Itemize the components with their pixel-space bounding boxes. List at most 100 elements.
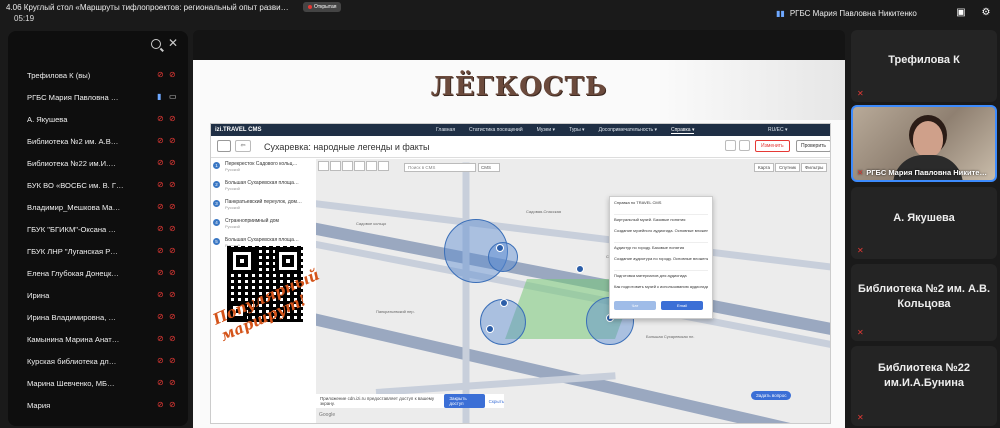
route-num: 5 [213, 238, 220, 245]
cms-menu-item: Музеи ▾ [536, 127, 556, 133]
cms-menu-item: Справка ▾ [670, 127, 695, 134]
route-item: 2 Большая Сухаревская площа… Русский [211, 178, 315, 197]
top-bar: 4.06 Круглый стол «Маршруты тифлопроекто… [0, 0, 1000, 30]
cms-logo: izi.TRAVEL CMS [215, 127, 262, 133]
cms-page-title: Сухаревка: народные легенды и факты [264, 142, 430, 152]
tile-name: Библиотека №2 им. А.В. Кольцова [857, 283, 991, 310]
camera-off-icon: ⊘ [169, 400, 176, 409]
map-pin [500, 299, 508, 307]
mic-off-icon: ✕ [857, 413, 864, 422]
route-lang: Русский [225, 167, 240, 172]
participant-name: Курская библиотека дл… [27, 356, 117, 366]
settings-gear-icon[interactable]: ⚙ [980, 7, 992, 19]
participant-row[interactable]: ГБУК "БГИКМ"-Оксана … ⊘ ⊘ [8, 218, 188, 240]
tile-name: РГБС Мария Павловна Никите… [866, 168, 987, 177]
close-icon[interactable]: ✕ [168, 36, 178, 50]
participant-row[interactable]: Марина Шевченко, МБ… ⊘ ⊘ [8, 372, 188, 394]
route-name: Странноприимный дом [225, 218, 279, 224]
participant-row[interactable]: Библиотека №22 им.И.… ⊘ ⊘ [8, 152, 188, 174]
participant-name: А. Якушева [27, 114, 68, 124]
dropdown-item: Аудиотур по городу. Базовые понятия [614, 245, 685, 250]
cms-nav: izi.TRAVEL CMS Главная Статистика посещен… [211, 124, 830, 136]
layout-icon[interactable]: ▣ [955, 7, 967, 19]
mic-off-icon: ⊘ [157, 158, 164, 167]
map-search: Поиск в CMS [404, 163, 476, 172]
meeting-title: 4.06 Круглый стол «Маршруты тифлопроекто… [6, 3, 289, 12]
camera-off-icon: ⊘ [169, 70, 176, 79]
route-name: Панкратьевский переулок, дом… [225, 199, 302, 205]
mic-off-icon: ⊘ [157, 224, 164, 233]
host-indicator: ▮▮ РГБС Мария Павловна Никитенко [776, 9, 917, 18]
mic-off-icon: ⊘ [157, 290, 164, 299]
participant-row[interactable]: Камынина Марина Анат… ⊘ ⊘ [8, 328, 188, 350]
route-num: 3 [213, 200, 220, 207]
map-label: Садовая-Спасская [526, 209, 562, 214]
participant-name: БУК ВО «ВОСБС им. В. Г… [27, 180, 124, 190]
tile-yakusheva[interactable]: А. Якушева ✕ [851, 187, 997, 259]
route-num: 4 [213, 219, 220, 226]
participant-row[interactable]: Ирина Владимировна, … ⊘ ⊘ [8, 306, 188, 328]
back-icon: ⇦ [235, 140, 251, 152]
share-notice-text: Приложение cdn.izi.ru предоставляет дост… [320, 396, 435, 406]
desktop-icon [739, 140, 750, 151]
share-notice: Приложение cdn.izi.ru предоставляет дост… [314, 394, 504, 408]
cms-menu-item: Статистика посещений [469, 127, 523, 133]
mic-off-icon: ⊘ [157, 136, 164, 145]
search-icon[interactable] [151, 39, 161, 49]
stop-share-button: Закрыть доступ [444, 394, 485, 408]
mic-off-icon: ✕ [857, 89, 864, 98]
speaking-mic-icon: ▮▮ [776, 9, 785, 18]
mic-off-icon: ⊘ [157, 268, 164, 277]
email-button: Email [661, 301, 703, 310]
tile-trefilova[interactable]: Трефилова К ✕ [851, 30, 997, 102]
participant-row[interactable]: Мария ⊘ ⊘ [8, 394, 188, 416]
record-dot-icon [308, 4, 312, 9]
tour-thumb-icon [217, 140, 231, 152]
meeting-timer: 05:19 [14, 14, 35, 23]
camera-off-icon: ⊘ [169, 136, 176, 145]
participant-row[interactable]: РГБС Мария Павловна … ▮ ▭ [8, 86, 188, 108]
cms-menu-item: Досопримечательность ▾ [598, 127, 657, 133]
map-pin [496, 244, 504, 252]
ask-question-button: Задать вопрос [751, 391, 792, 400]
route-list: 1 Перекресток Садового кольц… Русский 2 Боль… [211, 159, 315, 255]
camera-off-icon: ⊘ [169, 378, 176, 387]
participant-name: Библиотека №2 им. А.В… [27, 136, 119, 146]
tile-library-2[interactable]: Библиотека №2 им. А.В. Кольцова ✕ [851, 264, 997, 341]
dropdown-item: Виртуальный музей. Базовые понятия [614, 217, 686, 222]
mic-off-icon: ⊘ [157, 378, 164, 387]
tile-library-22[interactable]: Библиотека №22 им.И.А.Бунина ✕ [851, 346, 997, 426]
mic-off-icon: ⊘ [157, 312, 164, 321]
mic-off-icon: ⊘ [157, 70, 164, 79]
route-name: Перекресток Садового кольц… [225, 161, 298, 167]
participant-row[interactable]: Ирина ⊘ ⊘ [8, 284, 188, 306]
route-lang: Русский [225, 186, 240, 191]
help-dropdown: Справка по TRAVEL CMS Виртуальный музей. … [609, 196, 713, 319]
cms-menu: Главная Статистика посещений Музеи ▾ Туры ▾… [436, 127, 695, 134]
participant-row[interactable]: Курская библиотека дл… ⊘ ⊘ [8, 350, 188, 372]
mic-on-icon: ▮ [157, 92, 162, 101]
map-tools [318, 161, 389, 171]
dropdown-item: Справка по TRAVEL CMS [614, 200, 662, 205]
participant-row[interactable]: ГБУК ЛНР "Луганская Р… ⊘ ⊘ [8, 240, 188, 262]
route-item: 4 Странноприимный дом Русский [211, 216, 315, 235]
participant-row[interactable]: Владимир_Мешкова Ма… ⊘ ⊘ [8, 196, 188, 218]
participant-row[interactable]: Елена Глубокая Донецк… ⊘ ⊘ [8, 262, 188, 284]
camera-off-icon: ⊘ [169, 158, 176, 167]
participant-row[interactable]: Трефилова К (вы) ⊘ ⊘ [8, 64, 188, 86]
participant-row[interactable]: Библиотека №2 им. А.В… ⊘ ⊘ [8, 130, 188, 152]
route-num: 2 [213, 181, 220, 188]
participant-row[interactable]: БУК ВО «ВОСБС им. В. Г… ⊘ ⊘ [8, 174, 188, 196]
google-logo: Google [319, 412, 336, 418]
map-type-switch: Карта Спутник Фильтры [754, 163, 828, 172]
mic-off-icon: ⊘ [157, 400, 164, 409]
mic-off-icon: ✕ [857, 168, 864, 177]
tile-nikitenko-video[interactable]: ✕ РГБС Мария Павловна Никите… [851, 105, 997, 182]
cms-lang: RU/EC ▾ [768, 127, 788, 133]
preview-icon [725, 140, 736, 151]
participant-name: Ирина Владимировна, … [27, 312, 117, 322]
participant-row[interactable]: А. Якушева ⊘ ⊘ [8, 108, 188, 130]
camera-off-icon: ⊘ [169, 290, 176, 299]
camera-off-icon: ⊘ [169, 224, 176, 233]
tile-name: А. Якушева [893, 212, 955, 224]
